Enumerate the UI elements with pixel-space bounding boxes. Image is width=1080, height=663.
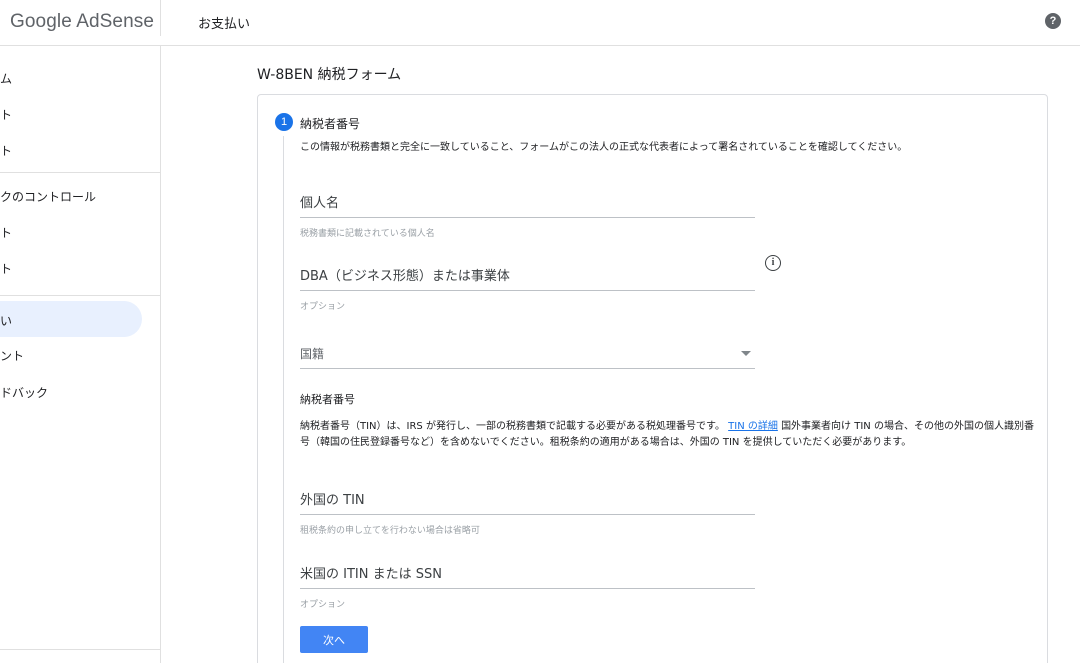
sidebar-item-feedback[interactable]: ドバック	[0, 384, 48, 401]
us-itin-label: 米国の ITIN または SSN	[300, 567, 442, 582]
info-icon[interactable]: i	[765, 255, 781, 271]
sidebar-divider	[0, 649, 160, 650]
top-bar: Google AdSense お支払い ?	[0, 0, 1080, 46]
dba-label: DBA（ビジネス形態）または事業体	[300, 269, 510, 284]
individual-name-hint: 税務書類に記載されている個人名	[300, 229, 435, 239]
topbar-divider	[160, 0, 161, 36]
dba-field[interactable]: DBA（ビジネス形態）または事業体 オプション	[300, 265, 755, 312]
sidebar-active-highlight	[0, 301, 142, 337]
field-underline	[300, 368, 755, 369]
tin-details-link[interactable]: TIN の詳細	[728, 421, 778, 432]
step-connector-line	[283, 136, 284, 663]
page-title: お支払い	[198, 17, 251, 32]
field-underline	[300, 514, 755, 515]
sidebar-divider	[0, 295, 160, 296]
field-underline	[300, 217, 755, 218]
sidebar-item-payments[interactable]: い	[0, 312, 12, 329]
sidebar-item-0[interactable]: ム	[0, 70, 12, 87]
nationality-label: 国籍	[300, 347, 325, 361]
sidebar-item-5[interactable]: ト	[0, 260, 12, 277]
field-underline	[300, 290, 755, 291]
step-title: 納税者番号	[300, 117, 361, 131]
step-number-badge: 1	[275, 113, 293, 131]
sidebar-item-7[interactable]: ント	[0, 347, 24, 364]
sidebar-item-1[interactable]: ト	[0, 106, 12, 123]
sidebar: ム ト ト クのコントロール ト ト い ント ドバック	[0, 46, 161, 663]
foreign-tin-label: 外国の TIN	[300, 493, 365, 508]
sidebar-item-2[interactable]: ト	[0, 142, 12, 159]
next-button[interactable]: 次へ	[300, 626, 368, 653]
foreign-tin-hint: 租税条約の申し立てを行わない場合は省略可	[300, 526, 480, 536]
tin-explanation: 納税者番号（TIN）は、IRS が発行し、一部の税務書類で記載する必要がある税処…	[300, 419, 1040, 451]
foreign-tin-field[interactable]: 外国の TIN 租税条約の申し立てを行わない場合は省略可	[300, 489, 755, 536]
sidebar-item-4[interactable]: ト	[0, 224, 12, 241]
tin-text-before: 納税者番号（TIN）は、IRS が発行し、一部の税務書類で記載する必要がある税処…	[300, 421, 725, 432]
nationality-select[interactable]: 国籍	[300, 345, 755, 369]
us-itin-field[interactable]: 米国の ITIN または SSN オプション	[300, 563, 755, 610]
help-icon[interactable]: ?	[1045, 13, 1061, 29]
adsense-logo[interactable]: Google AdSense	[10, 11, 154, 33]
step-description: この情報が税務書類と完全に一致していること、フォームがこの法人の正式な代表者によ…	[300, 142, 908, 153]
dropdown-arrow-icon	[741, 351, 751, 356]
tin-section-heading: 納税者番号	[300, 393, 355, 406]
us-itin-hint: オプション	[300, 600, 346, 610]
individual-name-label: 個人名	[300, 196, 340, 211]
sidebar-item-3[interactable]: クのコントロール	[0, 188, 96, 205]
individual-name-field[interactable]: 個人名 税務書類に記載されている個人名	[300, 192, 755, 239]
sidebar-divider	[0, 172, 160, 173]
form-title: W-8BEN 納税フォーム	[257, 67, 402, 83]
dba-hint: オプション	[300, 302, 346, 312]
field-underline	[300, 588, 755, 589]
